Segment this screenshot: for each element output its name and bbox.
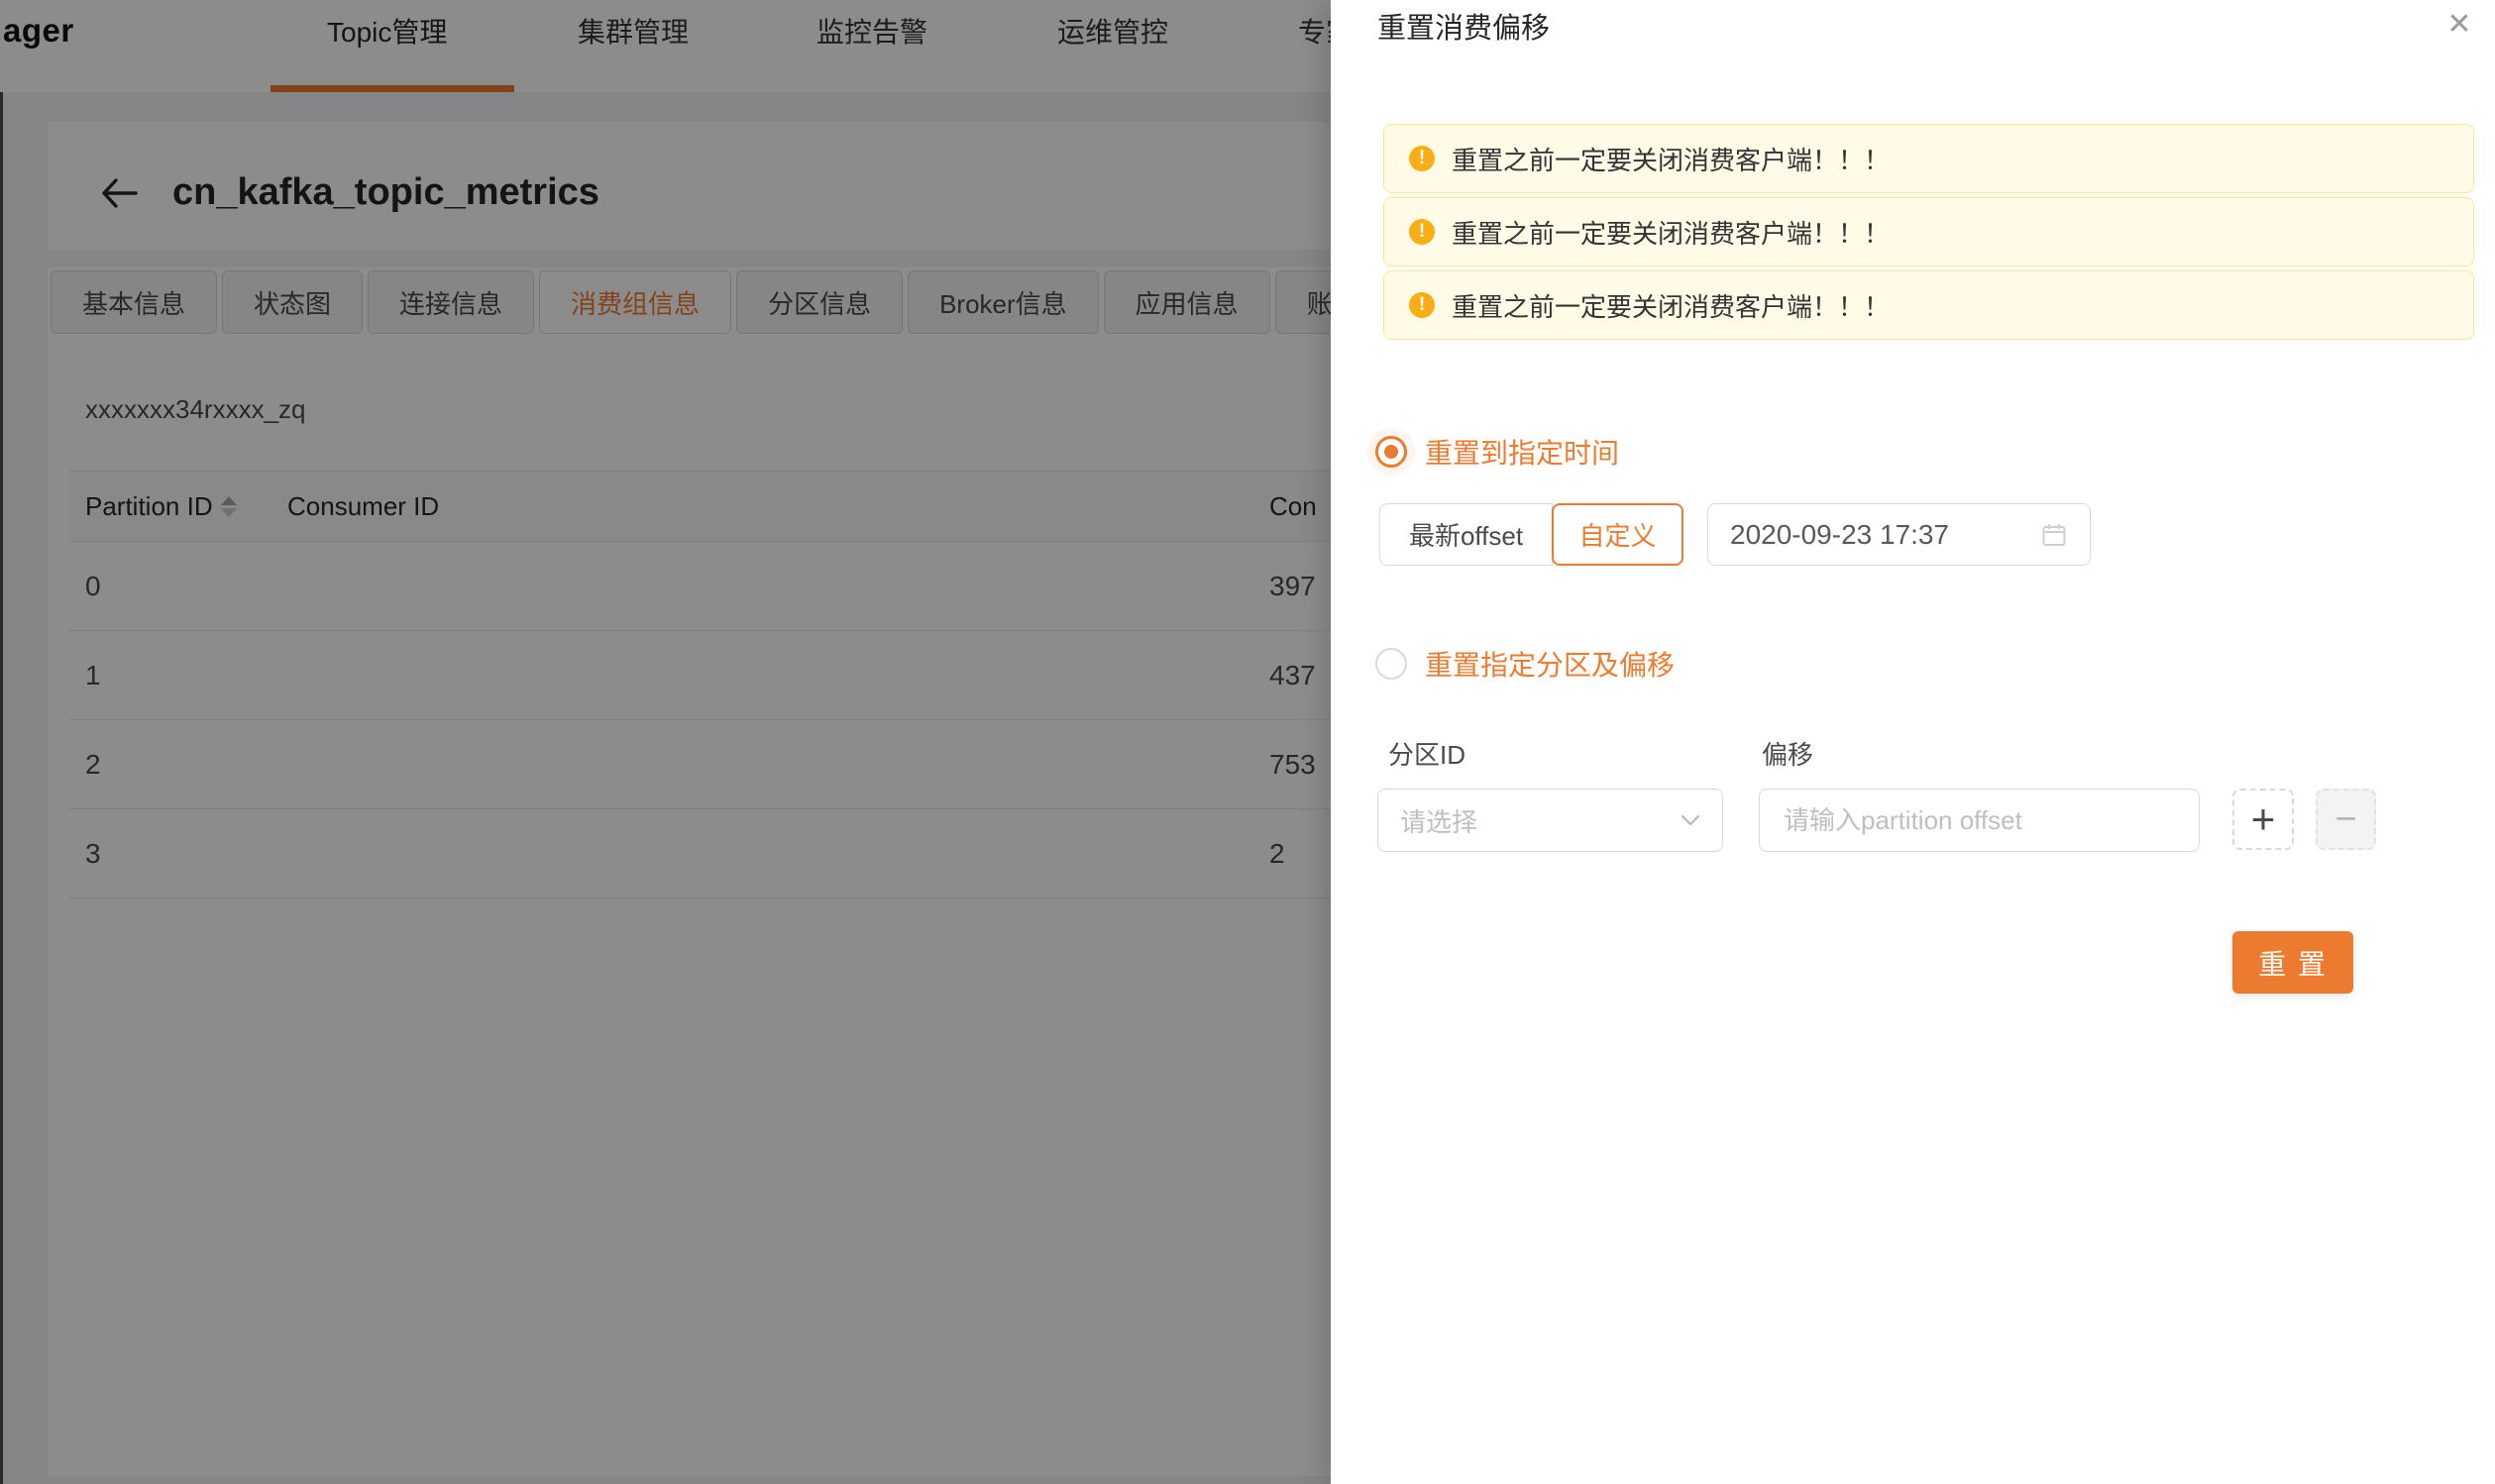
partition-select[interactable]: 请选择 bbox=[1377, 789, 1723, 852]
warning-alert: ! 重置之前一定要关闭消费客户端！！！ bbox=[1383, 124, 2474, 193]
radio-label: 重置指定分区及偏移 bbox=[1425, 644, 1675, 684]
partition-offset-input[interactable] bbox=[1759, 789, 2200, 852]
calendar-icon bbox=[2040, 521, 2068, 549]
radio-label: 重置到指定时间 bbox=[1425, 432, 1619, 472]
radio-unchecked-icon bbox=[1375, 648, 1407, 680]
add-row-button[interactable]: + bbox=[2232, 789, 2294, 850]
radio-checked-icon bbox=[1375, 436, 1407, 468]
offset-label: 偏移 bbox=[1762, 735, 1813, 772]
warning-alert: ! 重置之前一定要关闭消费客户端！！！ bbox=[1383, 197, 2474, 266]
custom-offset-button[interactable]: 自定义 bbox=[1552, 503, 1683, 566]
warning-icon: ! bbox=[1409, 146, 1435, 171]
warning-text: 重置之前一定要关闭消费客户端！！！ bbox=[1452, 141, 1890, 177]
chevron-down-icon bbox=[1681, 814, 1700, 826]
close-icon[interactable]: ✕ bbox=[2438, 2, 2481, 46]
radio-reset-partition-offset[interactable]: 重置指定分区及偏移 bbox=[1375, 644, 1675, 684]
select-placeholder: 请选择 bbox=[1400, 802, 1681, 839]
reset-offset-drawer: 重置消费偏移 ✕ ! 重置之前一定要关闭消费客户端！！！ ! 重置之前一定要关闭… bbox=[1331, 0, 2495, 1484]
warning-icon: ! bbox=[1409, 219, 1435, 245]
warning-icon: ! bbox=[1409, 292, 1435, 318]
datetime-value: 2020-09-23 17:37 bbox=[1730, 519, 2040, 551]
radio-reset-to-time[interactable]: 重置到指定时间 bbox=[1375, 432, 1619, 472]
remove-row-button[interactable]: − bbox=[2316, 789, 2376, 850]
warning-text: 重置之前一定要关闭消费客户端！！！ bbox=[1452, 214, 1890, 251]
warning-alert: ! 重置之前一定要关闭消费客户端！！！ bbox=[1383, 270, 2474, 340]
drawer-title: 重置消费偏移 bbox=[1377, 5, 1550, 47]
reset-submit-button[interactable]: 重 置 bbox=[2232, 931, 2353, 994]
datetime-picker[interactable]: 2020-09-23 17:37 bbox=[1707, 503, 2091, 566]
latest-offset-button[interactable]: 最新offset bbox=[1379, 503, 1553, 566]
drawer-mask[interactable] bbox=[0, 0, 1331, 1484]
partition-id-label: 分区ID bbox=[1388, 735, 1465, 772]
warning-text: 重置之前一定要关闭消费客户端！！！ bbox=[1452, 287, 1890, 324]
offset-mode-group: 最新offset 自定义 bbox=[1379, 503, 1683, 566]
screen: ager Topic管理 集群管理 监控告警 运维管控 专家 cn_kafka_… bbox=[0, 0, 2495, 1484]
